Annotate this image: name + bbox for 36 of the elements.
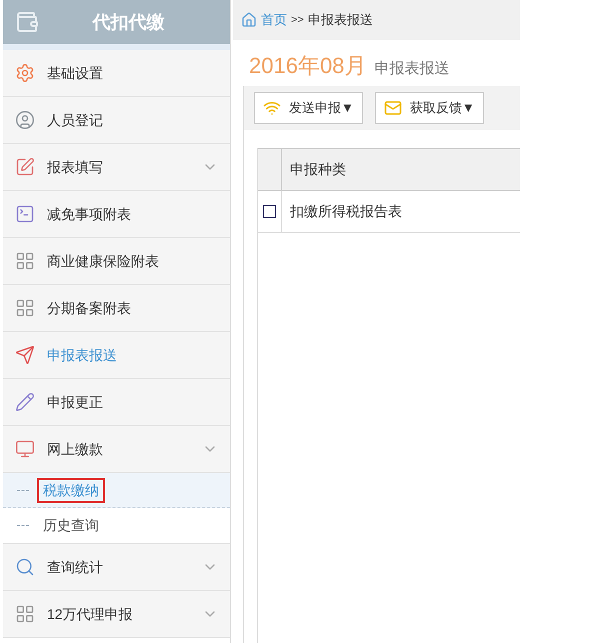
sidebar-item[interactable]: 报表填写 xyxy=(3,144,230,191)
wallet-icon xyxy=(15,10,39,34)
grid-icon xyxy=(15,251,35,271)
page-title: 申报表报送 xyxy=(374,58,450,78)
sidebar-item[interactable]: 网上缴款 xyxy=(3,426,230,473)
toolbar-button[interactable]: 发送申报▼ xyxy=(254,92,363,124)
gear-icon xyxy=(15,63,35,83)
person-icon xyxy=(15,110,35,130)
search-icon xyxy=(15,557,35,577)
terminal-icon xyxy=(15,204,35,224)
sidebar-item[interactable]: 人员登记 xyxy=(3,97,230,144)
pencil-icon xyxy=(15,392,35,412)
sidebar-title: 代扣代缴 xyxy=(91,10,166,34)
monitor-icon xyxy=(15,439,35,459)
sidebar-item[interactable]: 商业健康保险附表 xyxy=(3,238,230,285)
sidebar-item[interactable]: 申报更正 xyxy=(3,379,230,426)
period-title: 2016年08月 xyxy=(249,52,366,80)
grid-icon xyxy=(15,298,35,318)
sidebar-item[interactable]: 查询统计 xyxy=(3,544,230,591)
grid-icon xyxy=(15,604,35,624)
wifi-icon xyxy=(263,99,281,117)
table-cell-text: 扣缴所得税报告表 xyxy=(289,202,403,221)
edit-icon xyxy=(15,157,35,177)
sidebar-item[interactable]: 减免事项附表 xyxy=(3,191,230,238)
sidebar-item[interactable]: 12万代理申报 xyxy=(3,591,230,638)
send-icon xyxy=(15,345,35,365)
column-header: 申报种类 xyxy=(289,160,347,179)
row-checkbox[interactable] xyxy=(263,205,276,218)
sidebar-item[interactable]: 基础设置 xyxy=(3,50,230,97)
submenu-item[interactable]: 历史查询 xyxy=(37,513,105,538)
breadcrumb-current: 申报表报送 xyxy=(308,11,373,30)
sidebar-item[interactable]: 分期备案附表 xyxy=(3,285,230,332)
toolbar-button[interactable]: 获取反馈▼ xyxy=(374,92,484,124)
breadcrumb-separator: >> xyxy=(291,12,304,28)
home-icon xyxy=(241,12,257,28)
mail-icon xyxy=(384,99,402,117)
